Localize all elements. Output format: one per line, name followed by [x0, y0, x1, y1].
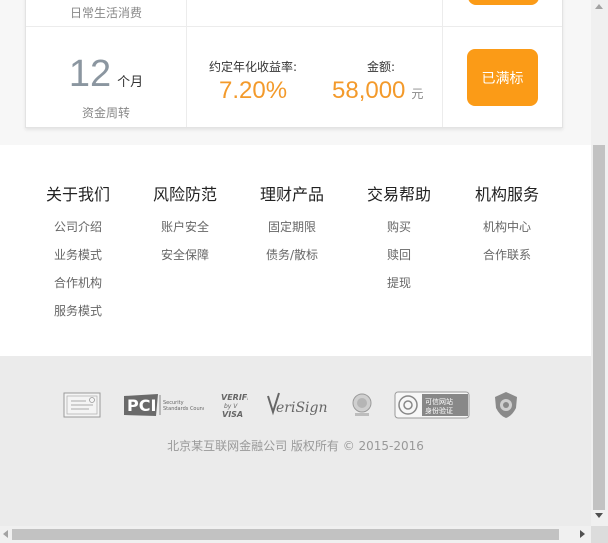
scroll-down-icon[interactable]	[595, 513, 603, 518]
page-viewport: 日常生活消费 12 个月 资金周转 约定年化收益率: 7.20% 金额: 58,0…	[0, 0, 591, 526]
amount-label: 金额:	[367, 60, 396, 74]
footer-link-business-model[interactable]: 业务模式	[28, 241, 128, 269]
footer-col-institution: 机构服务 机构中心 合作联系	[457, 185, 557, 269]
vertical-scrollbar[interactable]	[591, 0, 608, 526]
horizontal-scroll-thumb[interactable]	[12, 529, 559, 540]
svg-text:VERIFI: VERIFI	[221, 393, 248, 402]
product-row-previous: 日常生活消费	[26, 0, 562, 27]
footer-link-cooperation-contact[interactable]: 合作联系	[457, 241, 557, 269]
footer-link-fixed-term[interactable]: 固定期限	[242, 213, 342, 241]
online-identity-verification-logo[interactable]: 可信网站 身份验证	[394, 390, 470, 420]
footer-col-products: 理财产品 固定期限 债务/散标	[242, 185, 342, 269]
amount-value-wrap: 58,000 元	[332, 77, 423, 105]
term-number: 12	[68, 53, 112, 95]
site-footer-bottom: PCI Security Standards Council VERIFI by…	[0, 356, 591, 526]
term-purpose-label: 资金周转	[81, 106, 130, 120]
gov-emblem-icon[interactable]	[350, 390, 374, 420]
verisign-logo[interactable]: eriSign	[265, 390, 328, 420]
rate-amount-cell: 约定年化收益率: 7.20% 金额: 58,000 元	[187, 27, 443, 127]
footer-link-debt-loans[interactable]: 债务/散标	[242, 241, 342, 269]
footer-link-service-model[interactable]: 服务模式	[28, 297, 128, 325]
footer-link-redeem[interactable]: 赎回	[349, 241, 449, 269]
action-cell: 已满标	[443, 27, 562, 127]
svg-text:Standards Council: Standards Council	[163, 406, 204, 412]
svg-text:by V: by V	[224, 403, 238, 410]
footer-col-title: 交易帮助	[366, 185, 431, 204]
footer-col-title: 理财产品	[259, 185, 324, 204]
footer-link-buy[interactable]: 购买	[349, 213, 449, 241]
product-row: 12 个月 资金周转 约定年化收益率: 7.20% 金额: 58,000 元 已满标	[26, 27, 562, 127]
horizontal-scrollbar[interactable]	[0, 526, 591, 543]
previous-term-cell: 日常生活消费	[26, 0, 187, 26]
footer-link-company-intro[interactable]: 公司介绍	[28, 213, 128, 241]
svg-text:可信网站: 可信网站	[425, 397, 453, 406]
amount-unit: 元	[411, 87, 424, 101]
footer-link-account-security[interactable]: 账户安全	[135, 213, 235, 241]
footer-link-withdraw[interactable]: 提现	[349, 269, 449, 297]
term-unit: 个月	[117, 75, 144, 90]
pci-text: PCI	[127, 396, 156, 415]
scroll-right-icon[interactable]	[580, 530, 585, 538]
verified-by-visa-logo[interactable]: VERIFI by V VISA	[220, 390, 250, 420]
term-cell: 12 个月 资金周转	[26, 27, 187, 127]
rate-label: 约定年化收益率:	[209, 60, 298, 74]
footer-col-title: 风险防范	[152, 185, 217, 204]
previous-action-cell	[442, 0, 563, 26]
sold-out-button[interactable]: 已满标	[467, 49, 538, 106]
footer-link-partners[interactable]: 合作机构	[28, 269, 128, 297]
amount-value: 58,000	[332, 77, 406, 104]
previous-term-label: 日常生活消费	[69, 6, 142, 20]
term-value-wrap: 12 个月	[26, 53, 186, 96]
svg-text:身份验证: 身份验证	[425, 406, 453, 415]
footer-nav: 关于我们 公司介绍 业务模式 合作机构 服务模式 风险防范 账户安全 安全保障 …	[0, 145, 591, 356]
footer-col-title: 关于我们	[45, 185, 110, 204]
certification-logos: PCI Security Standards Council VERIFI by…	[60, 390, 530, 420]
svg-text:eriSign: eriSign	[276, 400, 327, 416]
footer-col-about: 关于我们 公司介绍 业务模式 合作机构 服务模式	[28, 185, 128, 325]
vertical-scroll-thumb[interactable]	[593, 145, 605, 510]
police-badge-icon[interactable]	[490, 390, 522, 420]
copyright-text: 北京某互联网金融公司 版权所有 © 2015-2016	[167, 439, 424, 453]
scrollbar-corner	[591, 526, 608, 543]
scroll-up-icon[interactable]	[595, 4, 603, 9]
previous-action-button[interactable]	[468, 0, 539, 5]
pci-security-logo[interactable]: PCI Security Standards Council	[122, 390, 208, 420]
footer-link-institution-center[interactable]: 机构中心	[457, 213, 557, 241]
scroll-left-icon[interactable]	[3, 530, 8, 538]
footer-col-risk: 风险防范 账户安全 安全保障	[135, 185, 235, 269]
footer-col-title: 机构服务	[474, 185, 539, 204]
license-certificate-icon[interactable]	[62, 390, 102, 420]
footer-col-trade-help: 交易帮助 购买 赎回 提现	[349, 185, 449, 297]
svg-text:VISA: VISA	[222, 410, 243, 419]
product-card: 日常生活消费 12 个月 资金周转 约定年化收益率: 7.20% 金额: 58,0…	[25, 0, 563, 128]
footer-link-safety-guarantee[interactable]: 安全保障	[135, 241, 235, 269]
rate-value: 7.20%	[219, 77, 288, 104]
